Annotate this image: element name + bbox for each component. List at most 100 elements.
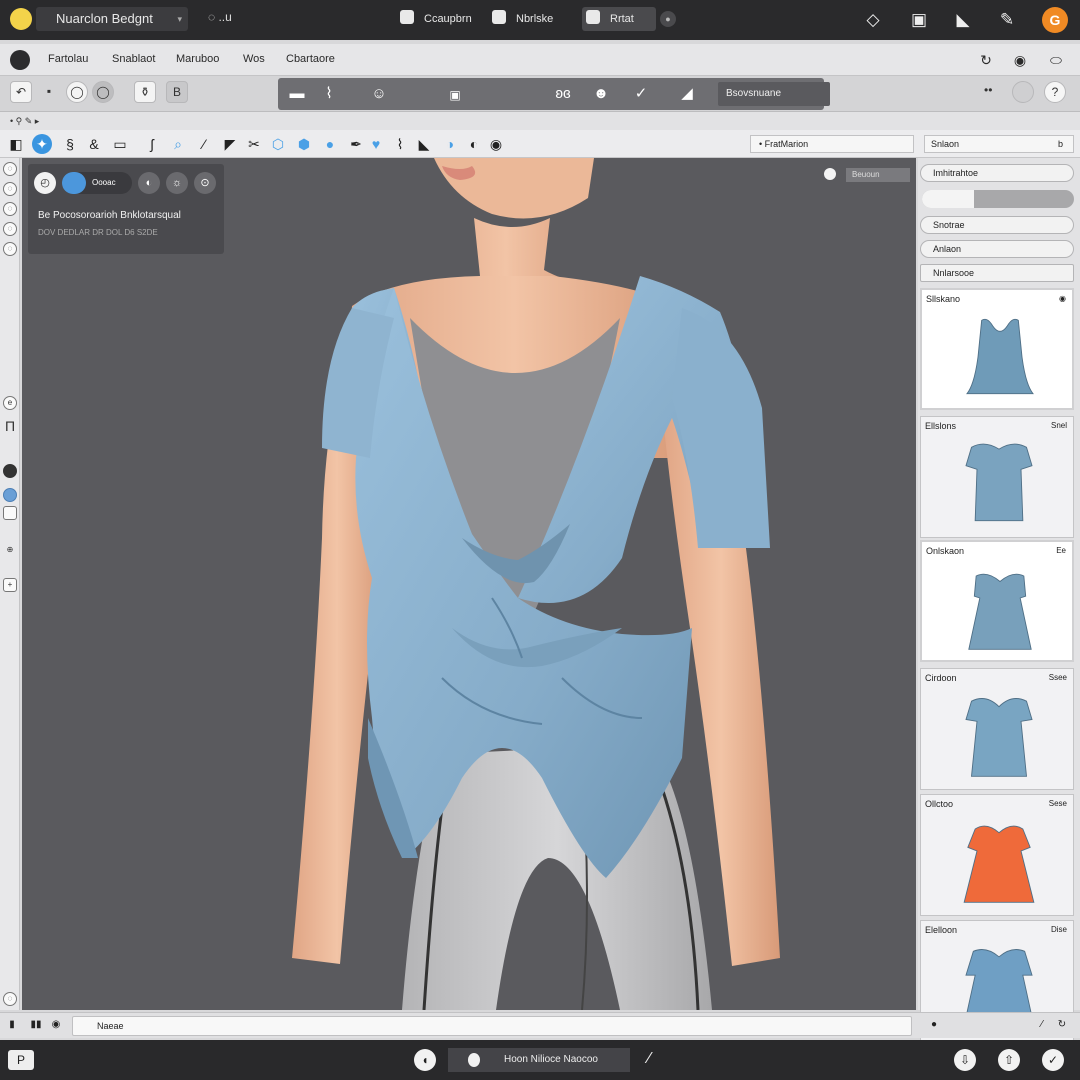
- refresh-icon[interactable]: ↻: [976, 50, 996, 70]
- camera-icon[interactable]: ▪: [38, 81, 60, 103]
- garment-thumbnail-5[interactable]: Ollctoo Sese: [920, 794, 1074, 916]
- menu-item-3[interactable]: Maruboo: [176, 53, 219, 65]
- menu-item-1[interactable]: Fartolau: [48, 53, 88, 65]
- menu-item-5[interactable]: Cbartaore: [286, 53, 335, 65]
- undo-button[interactable]: ↶: [10, 81, 32, 103]
- tab-1[interactable]: Ccaupbrn: [400, 7, 486, 31]
- avatar-model[interactable]: [282, 158, 916, 1010]
- preset-field[interactable]: Bsovsnuane: [718, 82, 830, 106]
- sidebar-item-add[interactable]: +: [3, 578, 17, 592]
- globe-tool-icon[interactable]: ◉: [486, 134, 506, 154]
- panel-toggle-icon[interactable]: ◧: [6, 134, 26, 154]
- butterfly-icon[interactable]: ʚɞ: [552, 83, 574, 105]
- stamp-tool-icon[interactable]: ◑: [440, 134, 460, 154]
- tape-tool-icon[interactable]: ▭: [110, 134, 130, 154]
- sidebar-item-move[interactable]: ◌: [3, 162, 17, 176]
- menu-logo-icon[interactable]: [10, 50, 30, 70]
- bottle-icon[interactable]: ⚱: [134, 81, 156, 103]
- settings-circle-icon[interactable]: [1012, 81, 1034, 103]
- sidebar-item-globe[interactable]: ⊕: [3, 544, 17, 558]
- emoji-icon[interactable]: ☻: [590, 83, 612, 105]
- sidebar-item-shield[interactable]: [3, 506, 17, 520]
- sidebar-item-refresh[interactable]: ◌: [3, 992, 17, 1006]
- record-icon[interactable]: ◉: [50, 1019, 62, 1031]
- camera-view-icon[interactable]: ⊙: [194, 172, 216, 194]
- options-icon[interactable]: ••: [984, 83, 992, 97]
- bulb-icon[interactable]: ✓: [1042, 1049, 1064, 1071]
- scissor-tool-icon[interactable]: ✂: [244, 134, 264, 154]
- shoe-tool-2-icon[interactable]: ◣: [414, 134, 434, 154]
- sidebar-item-rotate[interactable]: ◌: [3, 182, 17, 196]
- sidebar-item-info[interactable]: e: [3, 396, 17, 410]
- pause-icon[interactable]: ▮▮: [30, 1019, 42, 1031]
- tab-2[interactable]: Nbrlske: [492, 7, 574, 31]
- brush-icon[interactable]: ⁄: [648, 1050, 651, 1068]
- hanger-icon[interactable]: ⌇: [318, 83, 340, 105]
- material-sphere-icon[interactable]: ◯: [66, 81, 88, 103]
- pen-icon[interactable]: ✎: [996, 9, 1018, 31]
- brush-icon[interactable]: ⁄: [1036, 1019, 1048, 1031]
- opacity-slider[interactable]: [922, 190, 1074, 208]
- drop-tool-icon[interactable]: ●: [320, 134, 340, 154]
- status-indicator[interactable]: ◌ ..u: [208, 10, 232, 24]
- pencil-tool-icon[interactable]: ✒: [346, 134, 366, 154]
- brightness-icon[interactable]: ◐: [138, 172, 160, 194]
- face-icon[interactable]: ☺: [368, 83, 390, 105]
- brush-tool-icon[interactable]: ⁄: [194, 134, 214, 154]
- garment-thumbnail-1[interactable]: Sllskano ◉: [920, 288, 1074, 410]
- render-sphere-icon[interactable]: ◐: [464, 134, 484, 154]
- property-row-c[interactable]: Nnlarsooe: [920, 264, 1074, 282]
- app-switcher-button[interactable]: P: [8, 1050, 34, 1070]
- property-row-a[interactable]: Snotrae: [920, 216, 1074, 234]
- texture-sphere-icon[interactable]: ◯: [92, 81, 114, 103]
- comment-icon[interactable]: ▬: [286, 83, 308, 105]
- view-field[interactable]: • FratMarion: [750, 135, 914, 153]
- command-input[interactable]: Naeae: [72, 1016, 912, 1036]
- app-logo-icon[interactable]: [10, 8, 32, 30]
- sidebar-item-scale[interactable]: ◌: [3, 202, 17, 216]
- fabric-tool-icon[interactable]: ⬢: [294, 134, 314, 154]
- view-dot-icon[interactable]: [824, 168, 836, 180]
- shoe-icon[interactable]: ◣: [952, 9, 974, 31]
- diamond-icon[interactable]: ◇: [862, 9, 884, 31]
- fold-tool-icon[interactable]: ʃ: [142, 134, 162, 154]
- sidebar-item-columns[interactable]: Π: [3, 419, 17, 434]
- search-tool-icon[interactable]: ⌕: [168, 134, 188, 154]
- project-title-dropdown[interactable]: Nuarclon Bedgnt ▾: [36, 7, 188, 31]
- select-tool-icon[interactable]: ✦: [32, 134, 52, 154]
- help-icon[interactable]: ?: [1044, 81, 1066, 103]
- toggle-icon[interactable]: ⬭: [1046, 50, 1066, 70]
- menu-item-4[interactable]: Wos: [243, 53, 265, 65]
- pin-tool-icon[interactable]: ♥: [366, 134, 386, 154]
- sidebar-item-lock[interactable]: ◌: [3, 242, 17, 256]
- playback-field[interactable]: Hoon Nilioce Naocoo: [448, 1048, 630, 1072]
- user-avatar[interactable]: G: [1042, 7, 1068, 33]
- lock-icon[interactable]: ▣: [444, 84, 466, 106]
- chat-icon[interactable]: ◖: [414, 1049, 436, 1071]
- layer-select[interactable]: Snlaon b: [924, 135, 1074, 153]
- menu-item-2[interactable]: Snablaot: [112, 53, 155, 65]
- 3d-viewport[interactable]: ◴ Oooac ◐ ☼ ⊙ Be Pocosoroarioh Bnklotars…: [22, 158, 916, 1010]
- simulation-toggle[interactable]: Oooac: [62, 172, 132, 194]
- download-icon[interactable]: ⇩: [954, 1049, 976, 1071]
- knife-tool-icon[interactable]: ◤: [220, 134, 240, 154]
- layers-icon[interactable]: ▮: [6, 1019, 18, 1031]
- sidebar-item-pin[interactable]: ◌: [3, 222, 17, 236]
- needle-tool-icon[interactable]: §: [60, 134, 80, 154]
- light-icon[interactable]: ☼: [166, 172, 188, 194]
- check-mark-icon[interactable]: ✓: [630, 83, 652, 105]
- shoe-tool-icon[interactable]: ◢: [676, 83, 698, 105]
- close-tab-icon[interactable]: ●: [660, 11, 676, 27]
- sidebar-item-dark-sphere[interactable]: [3, 464, 17, 478]
- sphere-icon[interactable]: ●: [928, 1019, 940, 1031]
- tab-3-active[interactable]: Rrtat: [582, 7, 656, 31]
- panel-header[interactable]: Imhitrahtoe: [920, 164, 1074, 182]
- clock-icon[interactable]: ◴: [34, 172, 56, 194]
- bookmark-icon[interactable]: B: [166, 81, 188, 103]
- upload-icon[interactable]: ⇧: [998, 1049, 1020, 1071]
- garment-thumbnail-3[interactable]: Onlskaon Ee: [920, 540, 1074, 662]
- bucket-icon[interactable]: ▣: [908, 9, 930, 31]
- property-row-b[interactable]: Anlaon: [920, 240, 1074, 258]
- view-label[interactable]: Beuoun: [846, 168, 910, 182]
- hex-tool-icon[interactable]: ⬡: [268, 134, 288, 154]
